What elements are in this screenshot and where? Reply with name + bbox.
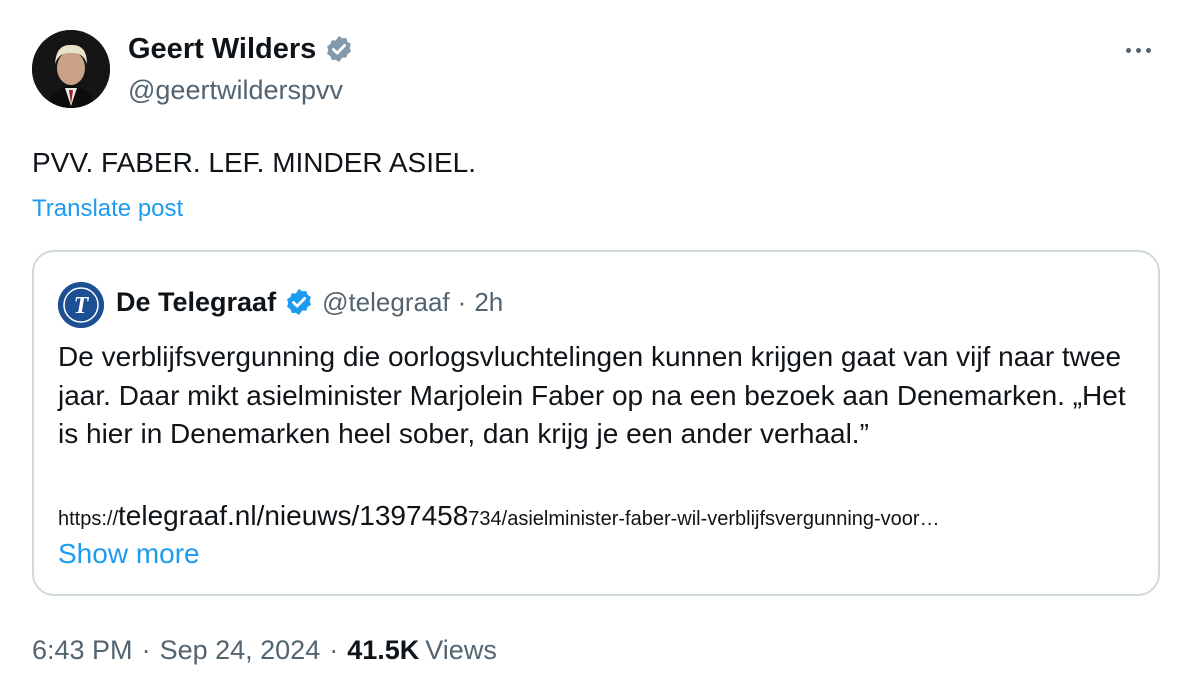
- views-count[interactable]: 41.5K: [347, 632, 419, 668]
- meta-separator: ·: [141, 635, 151, 665]
- svg-text:T: T: [74, 293, 90, 319]
- meta-separator: ·: [329, 635, 339, 665]
- views-label: Views: [425, 635, 497, 665]
- verified-badge-icon: [287, 288, 311, 316]
- avatar-photo: [32, 30, 110, 108]
- quoted-tweet-text: De verblijfsvergunning die oorlogsvlucht…: [58, 341, 1126, 449]
- show-more-link[interactable]: Show more: [58, 536, 200, 572]
- author-name[interactable]: Geert Wilders: [128, 30, 316, 68]
- quoted-tweet-link[interactable]: https://telegraaf.nl/nieuws/1397458734/a…: [58, 496, 1148, 541]
- post-time[interactable]: 6:43 PM: [32, 632, 133, 668]
- verified-badge-icon: [327, 35, 352, 63]
- link-rest: 734/asielminister-faber-wil-verblijfsver…: [468, 508, 940, 530]
- telegraaf-logo: T: [58, 282, 104, 328]
- tweet-text: PVV. FABER. LEF. MINDER ASIEL.: [32, 147, 477, 178]
- quoted-tweet-header: De Telegraaf @telegraaf · 2h: [116, 284, 503, 320]
- quoted-tweet-card[interactable]: T De Telegraaf @telegraaf · 2h De verbli…: [32, 250, 1160, 596]
- translate-post-link[interactable]: Translate post: [32, 194, 183, 224]
- post-date[interactable]: Sep 24, 2024: [160, 632, 321, 668]
- quoted-time[interactable]: 2h: [474, 284, 503, 320]
- tweet-meta: 6:43 PM · Sep 24, 2024 · 41.5K Views: [32, 632, 497, 668]
- header-separator: ·: [457, 287, 467, 317]
- avatar[interactable]: [32, 30, 110, 108]
- more-dots-icon[interactable]: [1118, 36, 1158, 64]
- quoted-author-name[interactable]: De Telegraaf: [116, 284, 276, 320]
- link-prefix: https://: [58, 508, 119, 530]
- link-main: telegraaf.nl/nieuws/1397458: [118, 500, 469, 531]
- author-name-row[interactable]: Geert Wilders: [128, 30, 354, 68]
- author-handle[interactable]: @geertwilderspvv: [128, 72, 343, 108]
- quoted-author-handle[interactable]: @telegraaf: [322, 284, 450, 320]
